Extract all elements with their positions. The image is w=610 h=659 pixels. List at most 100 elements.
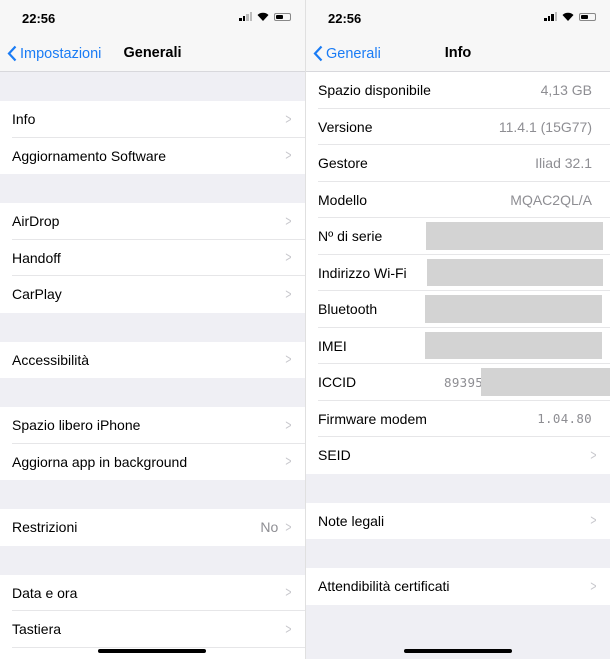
row-label: Gestore: [318, 155, 368, 172]
chevron-right-icon: >: [285, 518, 292, 536]
chevron-right-icon: >: [285, 620, 292, 638]
row-label: Data e ora: [12, 584, 78, 601]
row-seid[interactable]: SEID >: [306, 437, 610, 474]
row-info[interactable]: Info >: [0, 101, 305, 138]
redacted-value: [481, 368, 610, 396]
row-handoff[interactable]: Handoff >: [0, 239, 305, 276]
row-gestore: Gestore Iliad 32.1: [306, 145, 610, 182]
row-label: SEID: [318, 447, 351, 464]
row-iccid: ICCID 89395: [306, 364, 610, 401]
settings-group: Note legali >: [306, 502, 610, 539]
cellular-signal-icon: [544, 12, 557, 21]
redacted-value: [425, 331, 602, 359]
row-modello: Modello MQAC2QL/A: [306, 181, 610, 218]
home-indicator[interactable]: [404, 649, 512, 653]
row-value: MQAC2QL/A: [510, 191, 592, 208]
battery-icon: [579, 12, 596, 21]
row-label: Accessibilità: [12, 351, 90, 368]
wifi-icon: [257, 12, 269, 21]
back-label: Generali: [326, 45, 381, 62]
row-indirizzo-wi-fi: Indirizzo Wi-Fi: [306, 254, 610, 291]
settings-group: AirDrop > Handoff > CarPlay >: [0, 203, 305, 313]
chevron-right-icon: >: [590, 446, 597, 464]
row-label: Aggiornamento Software: [12, 147, 167, 164]
row-spazio-libero-iphone[interactable]: Spazio libero iPhone >: [0, 407, 305, 444]
chevron-right-icon: >: [285, 584, 292, 602]
chevron-right-icon: >: [590, 577, 597, 595]
row-label: Attendibilità certificati: [318, 578, 450, 595]
settings-group: Data e ora> Tastiera> Lingua e Zona>: [0, 574, 305, 659]
row-label: AirDrop: [12, 213, 60, 230]
chevron-right-icon: >: [285, 453, 292, 471]
settings-group: Spazio disponibile 4,13 GB Versione 11.4.1…: [306, 72, 610, 474]
row-accessibilita[interactable]: Accessibilità >: [0, 341, 305, 378]
row-aggiorna-app-in-background[interactable]: Aggiorna app in background >: [0, 443, 305, 480]
row-value: 89395: [444, 374, 484, 390]
row-label: CarPlay: [12, 286, 62, 303]
row-label: Restrizioni: [12, 519, 78, 536]
row-value: 11.4.1 (15G77): [498, 118, 592, 135]
chevron-right-icon: >: [285, 249, 292, 267]
back-button[interactable]: Generali: [313, 45, 381, 62]
chevron-right-icon: >: [285, 285, 292, 303]
row-label: Aggiorna app in background: [12, 453, 188, 470]
row-label: Versione: [318, 118, 373, 135]
back-button[interactable]: Impostazioni: [7, 45, 101, 62]
row-restrizioni[interactable]: Restrizioni No >: [0, 509, 305, 546]
navigation-bar: Generali Impostazioni: [0, 36, 305, 72]
chevron-right-icon: >: [285, 351, 292, 369]
row-spazio-disponibile: Spazio disponibile 4,13 GB: [306, 72, 610, 109]
chevron-right-icon: >: [590, 512, 597, 530]
row-label: Info: [12, 111, 36, 128]
row-imei: IMEI: [306, 327, 610, 364]
row-n-di-serie: Nº di serie: [306, 218, 610, 255]
chevron-left-icon: [313, 45, 323, 62]
wifi-icon: [562, 12, 574, 21]
row-label: Spazio libero iPhone: [12, 417, 141, 434]
status-time: 22:56: [328, 11, 362, 26]
row-attendibilita-certificati[interactable]: Attendibilità certificati >: [306, 568, 610, 605]
row-note-legali[interactable]: Note legali >: [306, 502, 610, 539]
row-value: Iliad 32.1: [535, 155, 592, 172]
settings-group: Accessibilità >: [0, 341, 305, 378]
row-data-e-ora[interactable]: Data e ora >: [0, 574, 305, 611]
generali-screen: 22:56 Generali Impostazioni Info > Aggior…: [0, 0, 305, 659]
row-tastiera[interactable]: Tastiera >: [0, 611, 305, 648]
row-firmware-modem: Firmware modem 1.04.80: [306, 400, 610, 437]
chevron-right-icon: >: [285, 212, 292, 230]
redacted-value: [426, 222, 603, 250]
info-screen: 22:56 Info Generali Spazio disponibile 4,…: [305, 0, 610, 659]
chevron-left-icon: [7, 45, 17, 62]
cellular-signal-icon: [239, 12, 252, 21]
redacted-value: [427, 258, 603, 286]
home-indicator[interactable]: [98, 649, 206, 653]
row-aggiornamento-software[interactable]: Aggiornamento Software >: [0, 137, 305, 174]
row-label: Spazio disponibile: [318, 82, 431, 99]
chevron-right-icon: >: [285, 110, 292, 128]
row-bluetooth: Bluetooth: [306, 291, 610, 328]
row-label: Handoff: [12, 249, 61, 266]
settings-group: Spazio libero iPhone > Aggiorna app in ba…: [0, 407, 305, 480]
settings-group: Restrizioni No >: [0, 509, 305, 546]
row-carplay[interactable]: CarPlay >: [0, 276, 305, 313]
settings-group: Info > Aggiornamento Software >: [0, 101, 305, 174]
chevron-right-icon: >: [285, 416, 292, 434]
row-value: No: [260, 519, 279, 536]
row-label: Modello: [318, 191, 368, 208]
status-bar: 22:56: [306, 0, 610, 36]
chevron-right-icon: >: [285, 147, 292, 165]
battery-icon: [274, 12, 291, 21]
row-label: Tastiera: [12, 621, 62, 638]
status-time: 22:56: [22, 11, 56, 26]
row-versione: Versione 11.4.1 (15G77): [306, 108, 610, 145]
settings-group: Attendibilità certificati >: [306, 568, 610, 605]
row-label: Firmware modem: [318, 410, 427, 427]
row-value: 4,13 GB: [540, 82, 592, 99]
status-bar: 22:56: [0, 0, 305, 36]
row-label: Note legali: [318, 512, 385, 529]
row-airdrop[interactable]: AirDrop >: [0, 203, 305, 240]
navigation-bar: Info Generali: [306, 36, 610, 72]
back-label: Impostazioni: [20, 45, 102, 62]
row-value: 1.04.80: [537, 411, 592, 427]
redacted-value: [425, 295, 602, 323]
